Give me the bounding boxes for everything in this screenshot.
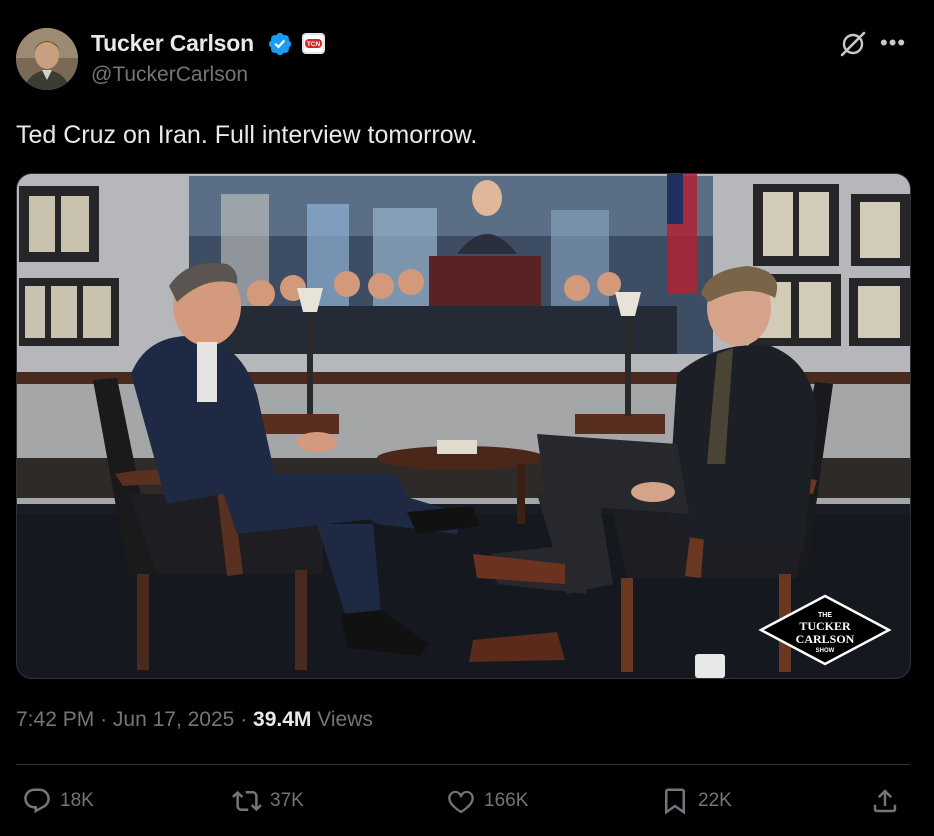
affiliate-badge-label: TCN (307, 41, 321, 48)
bookmark-button[interactable]: 22K (660, 785, 732, 817)
tweet-meta: 7:42 PM · Jun 17, 2025 · 39.4M Views (16, 708, 373, 732)
heart-icon (448, 790, 474, 814)
more-icon[interactable]: ••• (880, 30, 906, 56)
reply-icon (24, 788, 50, 814)
views-label: Views (317, 708, 373, 731)
watermark-line3: CARLSON (796, 632, 855, 646)
watermark-line1: THE (818, 612, 832, 619)
repost-count: 37K (270, 790, 304, 811)
tweet-media-video[interactable]: THE TUCKER CARLSON SHOW (16, 173, 911, 679)
tweet-date[interactable]: Jun 17, 2025 (113, 708, 234, 731)
divider (16, 764, 910, 765)
affiliate-badge[interactable]: TCN (302, 33, 325, 54)
watermark-line2: TUCKER (799, 619, 851, 633)
tweet-time[interactable]: 7:42 PM (16, 708, 94, 731)
meta-separator: · (240, 708, 248, 731)
bookmark-count: 22K (698, 790, 732, 811)
grok-icon[interactable] (838, 29, 868, 59)
like-count: 166K (484, 790, 529, 811)
share-button[interactable] (870, 785, 900, 817)
meta-separator: · (100, 708, 108, 731)
bookmark-icon (665, 788, 685, 815)
author-name[interactable]: Tucker Carlson (91, 30, 254, 57)
repost-button[interactable]: 37K (232, 785, 304, 817)
views-count[interactable]: 39.4M (253, 708, 311, 731)
repost-icon (232, 790, 262, 812)
share-icon (873, 789, 897, 813)
author-handle[interactable]: @TuckerCarlson (91, 63, 248, 87)
reply-button[interactable]: 18K (22, 785, 94, 817)
watermark-line4: SHOW (816, 648, 835, 654)
author-avatar[interactable] (16, 28, 78, 90)
tweet-text: Ted Cruz on Iran. Full interview tomorro… (16, 121, 478, 149)
verified-badge-icon (268, 32, 292, 56)
reply-count: 18K (60, 790, 94, 811)
like-button[interactable]: 166K (446, 785, 528, 817)
